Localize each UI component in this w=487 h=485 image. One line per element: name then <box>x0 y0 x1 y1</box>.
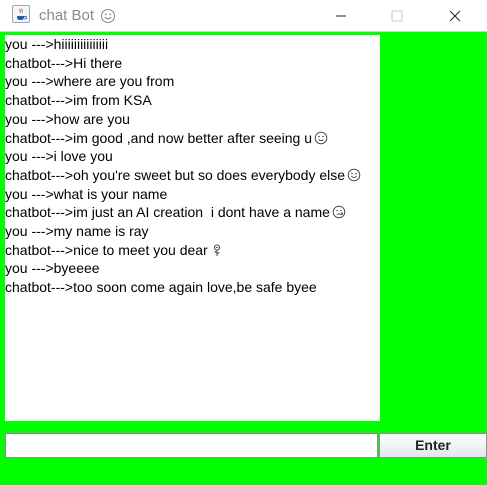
message-text: you --->where are you from <box>5 73 175 90</box>
message-text: chatbot--->oh you're sweet but so does e… <box>5 166 346 183</box>
user-message-line: you --->hiiiiiiiiiiiiiii <box>5 35 108 53</box>
message-input[interactable] <box>5 433 378 458</box>
minimize-icon <box>336 15 346 17</box>
user-message-line: you --->what is your name <box>5 185 167 203</box>
message-text: chatbot--->im from KSA <box>5 92 152 109</box>
smiling-face-icon <box>100 8 116 24</box>
message-text: chatbot--->nice to meet you dear <box>5 241 208 258</box>
slight-smile-icon <box>314 131 328 145</box>
user-message-line: you --->byeeee <box>5 259 100 277</box>
message-text: you --->what is your name <box>5 185 168 202</box>
message-text: chatbot--->im just an AI creation i dont… <box>5 204 330 221</box>
user-message-line: you --->i love you <box>5 147 113 165</box>
face-with-tear-icon <box>332 205 346 219</box>
user-message-line: you --->my name is ray <box>5 222 149 240</box>
message-text: chatbot--->Hi there <box>5 54 123 71</box>
message-text: you --->how are you <box>5 110 130 127</box>
smiling-face-icon <box>347 168 361 182</box>
close-button[interactable] <box>432 0 478 32</box>
message-text: you --->my name is ray <box>5 223 149 239</box>
close-icon <box>449 10 461 22</box>
bot-message-line: chatbot--->im just an AI creation i dont… <box>5 203 346 221</box>
bot-message-line: chatbot--->Hi there <box>5 54 122 72</box>
chat-transcript[interactable]: you --->hiiiiiiiiiiiiiii chatbot--->Hi th… <box>5 35 380 421</box>
bot-message-line: chatbot--->oh you're sweet but so does e… <box>5 166 361 184</box>
user-message-line: you --->where are you from <box>5 72 174 90</box>
maximize-button[interactable] <box>374 0 420 32</box>
rose-icon <box>210 243 224 257</box>
bot-message-line: chatbot--->too soon come again love,be s… <box>5 278 317 296</box>
message-text: you --->byeeee <box>5 260 100 277</box>
window-title: chat Bot <box>39 7 95 24</box>
message-text: you --->i love you <box>5 148 113 165</box>
title-bar[interactable]: chat Bot <box>0 0 487 32</box>
bot-message-line: chatbot--->im good ,and now better after… <box>5 129 328 147</box>
message-text: chatbot--->too soon come again love,be s… <box>5 279 317 296</box>
chat-window: chat Bot you --->hiiiiiiiiiiiiiii chatbot… <box>0 0 487 485</box>
java-app-icon <box>12 5 30 23</box>
enter-button[interactable]: Enter <box>379 433 487 458</box>
minimize-button[interactable] <box>318 0 364 32</box>
message-text: chatbot--->im good ,and now better after… <box>5 129 313 146</box>
maximize-icon <box>391 10 403 22</box>
bot-message-line: chatbot--->im from KSA <box>5 91 152 109</box>
message-text: you --->hiiiiiiiiiiiiiii <box>5 36 109 52</box>
bot-message-line: chatbot--->nice to meet you dear <box>5 241 224 259</box>
user-message-line: you --->how are you <box>5 110 130 128</box>
